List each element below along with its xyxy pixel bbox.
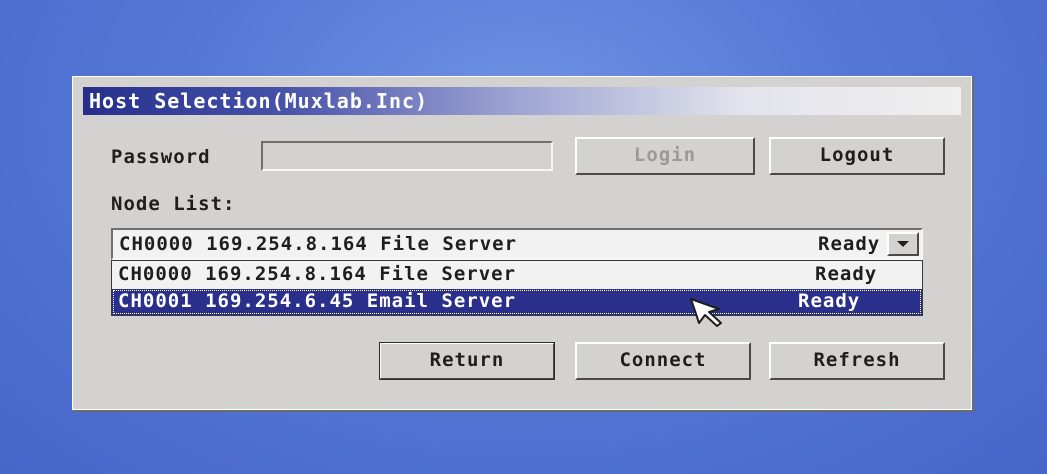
node-status: Ready — [815, 263, 878, 285]
chevron-down-icon — [897, 241, 909, 247]
logout-button[interactable]: Logout — [769, 137, 945, 175]
node-list-label: Node List: — [111, 193, 236, 215]
combo-selected-status: Ready — [818, 233, 880, 255]
password-label: Password — [111, 146, 211, 168]
mouse-pointer-icon — [690, 298, 722, 327]
return-button[interactable]: Return — [379, 342, 555, 380]
node-name: CH0001 169.254.6.45 Email Server — [118, 290, 517, 312]
refresh-button[interactable]: Refresh — [769, 342, 945, 380]
node-list-dropdown: CH0000 169.254.8.164 File Server Ready C… — [111, 260, 923, 316]
node-status: Ready — [798, 290, 861, 312]
dialog-titlebar: Host Selection(Muxlab.Inc) — [83, 87, 961, 115]
list-item-selected[interactable]: CH0001 169.254.6.45 Email Server Ready — [112, 289, 922, 315]
dropdown-toggle-button[interactable] — [887, 232, 919, 256]
node-name: CH0000 169.254.8.164 File Server — [118, 263, 517, 285]
dialog-title: Host Selection(Muxlab.Inc) — [89, 89, 429, 113]
login-button[interactable]: Login — [575, 137, 755, 175]
connect-button[interactable]: Connect — [575, 342, 751, 380]
list-item[interactable]: CH0000 169.254.8.164 File Server Ready — [112, 262, 922, 288]
combo-selected-text: CH0000 169.254.8.164 File Server — [119, 233, 518, 255]
host-selection-dialog: Host Selection(Muxlab.Inc) Password Logi… — [72, 76, 972, 410]
node-list-combobox[interactable]: CH0000 169.254.8.164 File Server Ready — [111, 228, 923, 260]
password-field[interactable] — [261, 141, 553, 171]
